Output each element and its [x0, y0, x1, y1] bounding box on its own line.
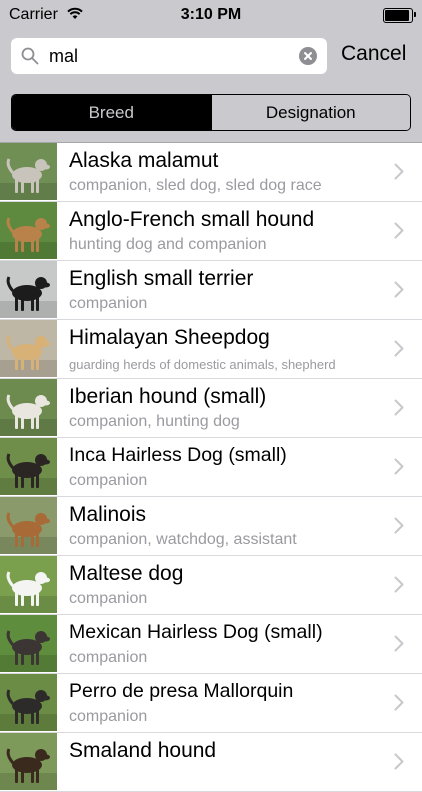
breed-designation: companion, sled dog, sled dog race — [69, 177, 322, 194]
breed-designation: companion — [69, 590, 148, 607]
segment-breed[interactable]: Breed — [12, 95, 211, 130]
chevron-right-icon — [394, 753, 404, 775]
breed-designation: companion, watchdog, assistant — [69, 531, 297, 548]
list-item[interactable]: Perro de presa Mallorquin companion — [0, 674, 422, 733]
search-icon — [21, 47, 39, 70]
breed-list: Alaska malamut companion, sled dog, sled… — [0, 143, 422, 792]
search-input[interactable] — [49, 38, 299, 74]
chevron-right-icon — [394, 458, 404, 480]
breed-photo — [0, 202, 57, 259]
breed-designation: guarding herds of domestic animals, shep… — [69, 357, 336, 372]
breed-name: Anglo-French small hound — [69, 208, 315, 231]
breed-designation: companion — [69, 649, 148, 666]
breed-photo — [0, 674, 57, 731]
chevron-right-icon — [394, 517, 404, 539]
list-item[interactable]: Alaska malamut companion, sled dog, sled… — [0, 143, 422, 202]
clear-search-icon[interactable] — [299, 47, 317, 65]
breed-name: Alaska malamut — [69, 149, 219, 172]
breed-photo — [0, 143, 57, 200]
list-item[interactable]: Iberian hound (small) companion, hunting… — [0, 379, 422, 438]
breed-name: Mexican Hairless Dog (small) — [69, 621, 323, 643]
breed-name: Maltese dog — [69, 562, 184, 585]
search-field[interactable] — [11, 38, 327, 74]
list-item[interactable]: Himalayan Sheepdog guarding herds of dom… — [0, 320, 422, 379]
clock: 3:10 PM — [180, 6, 242, 23]
breed-designation: hunting dog and companion — [69, 236, 267, 253]
breed-photo — [0, 379, 57, 436]
segment-designation[interactable]: Designation — [210, 95, 410, 130]
list-item[interactable]: Mexican Hairless Dog (small) companion — [0, 615, 422, 674]
breed-photo — [0, 261, 57, 318]
breed-photo — [0, 497, 57, 554]
chevron-right-icon — [394, 340, 404, 362]
chevron-right-icon — [394, 399, 404, 421]
breed-name: Inca Hairless Dog (small) — [69, 444, 287, 466]
breed-designation: companion, hunting dog — [69, 413, 240, 430]
breed-name: Perro de presa Mallorquin — [69, 680, 294, 702]
breed-name: Malinois — [69, 503, 147, 526]
chevron-right-icon — [394, 281, 404, 303]
list-item[interactable]: Maltese dog companion — [0, 556, 422, 615]
breed-photo — [0, 438, 57, 495]
breed-photo — [0, 556, 57, 613]
list-item[interactable]: Malinois companion, watchdog, assistant — [0, 497, 422, 556]
breed-name: Iberian hound (small) — [69, 385, 267, 408]
breed-photo — [0, 320, 57, 377]
search-bar: Cancel — [0, 30, 422, 84]
breed-photo — [0, 733, 57, 790]
breed-photo — [0, 615, 57, 672]
battery-icon — [383, 8, 416, 23]
cancel-button[interactable]: Cancel — [341, 42, 406, 66]
breed-name: Smaland hound — [69, 739, 217, 762]
status-bar: Carrier 3:10 PM — [0, 0, 422, 30]
breed-name: Himalayan Sheepdog — [69, 326, 270, 349]
chevron-right-icon — [394, 694, 404, 716]
segmented-control: Breed Designation — [11, 94, 411, 131]
list-item[interactable]: Inca Hairless Dog (small) companion — [0, 438, 422, 497]
list-item[interactable]: Smaland hound — [0, 733, 422, 792]
breed-name: English small terrier — [69, 267, 254, 290]
breed-designation: companion — [69, 472, 148, 489]
scope-bar: Breed Designation — [0, 84, 422, 143]
list-item[interactable]: English small terrier companion — [0, 261, 422, 320]
chevron-right-icon — [394, 576, 404, 598]
breed-designation: companion — [69, 708, 148, 725]
chevron-right-icon — [394, 163, 404, 185]
chevron-right-icon — [394, 635, 404, 657]
chevron-right-icon — [394, 222, 404, 244]
breed-designation: companion — [69, 295, 148, 312]
list-item[interactable]: Anglo-French small hound hunting dog and… — [0, 202, 422, 261]
